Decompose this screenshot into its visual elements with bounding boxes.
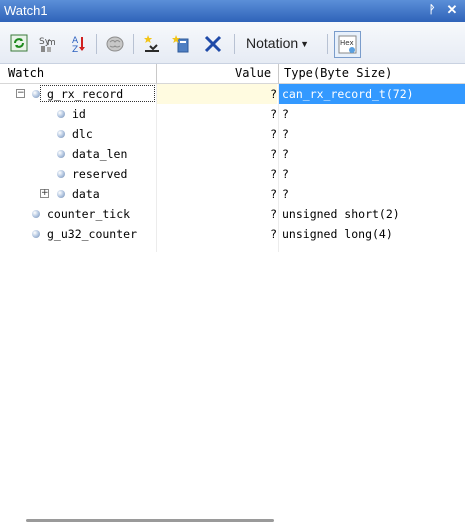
toolbar-separator [96,34,97,54]
column-header-type[interactable]: Type(Byte Size) [284,66,392,80]
svg-text:Z: Z [72,45,78,54]
variable-icon [57,190,65,198]
watch-value: ? [270,207,277,221]
watch-value: ? [270,127,277,141]
watch-name: id [72,107,86,121]
sort-icon[interactable]: A Z [68,34,88,55]
svg-text:m: m [47,38,56,48]
variable-icon [32,210,40,218]
watch-row-data[interactable]: + data ? ? [0,184,465,204]
watch-type: ? [282,167,289,181]
close-icon[interactable]: ✕ [444,2,460,18]
watch-row-g-u32-counter[interactable]: g_u32_counter ? unsigned long(4) [0,224,465,244]
watch-type: unsigned short(2) [282,207,400,221]
brain-icon[interactable] [105,34,125,54]
watch-value: ? [270,227,277,241]
watch-row-g-rx-record[interactable]: − g_rx_record ? can_rx_record_t(72) [0,84,465,104]
column-header-watch[interactable]: Watch [8,66,44,80]
watch-name: g_u32_counter [47,227,138,241]
collapse-icon[interactable]: − [16,89,25,98]
toolbar-separator [133,34,134,54]
watch-value: ? [270,167,277,181]
window-title: Watch1 [4,3,48,18]
watch-type: can_rx_record_t(72) [282,87,414,101]
symbol-icon[interactable]: Sy m [38,34,58,54]
pin-icon[interactable]: ᚹ [424,2,440,18]
notation-dropdown[interactable]: Notation ▼ [246,35,309,51]
hex-toggle-button[interactable]: Hex [334,31,361,58]
watch-row-reserved[interactable]: reserved ? ? [0,164,465,184]
notation-label: Notation [246,35,299,51]
variable-icon [57,130,65,138]
toolbar: Sy m A Z Notation ▼ Hex [0,22,465,64]
column-divider[interactable] [278,64,279,84]
variable-icon [32,90,40,98]
watch-value: ? [270,147,277,161]
watch-value: ? [270,87,277,101]
horizontal-scrollbar[interactable] [26,519,274,522]
toolbar-separator [234,34,235,54]
variable-icon [57,110,65,118]
watch-type: ? [282,147,289,161]
watch-type: unsigned long(4) [282,227,393,241]
refresh-icon[interactable] [10,34,30,54]
column-divider[interactable] [156,64,157,84]
delete-icon[interactable] [203,34,223,54]
chevron-down-icon: ▼ [300,39,310,50]
variable-icon [57,170,65,178]
toolbar-separator [327,34,328,54]
watch-name: data [72,187,100,201]
add-item-icon[interactable] [171,34,191,54]
variable-icon [32,230,40,238]
watch-name: counter_tick [47,207,131,221]
column-header-value[interactable]: Value [235,66,271,80]
watch-name: g_rx_record [47,87,124,101]
watch-type: ? [282,107,289,121]
watch-name: dlc [72,127,93,141]
watch-row-dlc[interactable]: dlc ? ? [0,124,465,144]
value-highlight [157,84,277,104]
watch-name: reserved [72,167,128,181]
watch-value: ? [270,107,277,121]
watch-row-id[interactable]: id ? ? [0,104,465,124]
watch-name: data_len [72,147,128,161]
watch-list-header: Watch Value Type(Byte Size) [0,64,465,84]
watch-value: ? [270,187,277,201]
hex-icon: Hex [338,35,357,54]
watch-type: ? [282,187,289,201]
add-watch-icon[interactable] [142,34,162,54]
watch-type: ? [282,127,289,141]
watch-row-counter-tick[interactable]: counter_tick ? unsigned short(2) [0,204,465,224]
svg-text:Hex: Hex [340,39,354,47]
variable-icon [57,150,65,158]
watch-row-data-len[interactable]: data_len ? ? [0,144,465,164]
watch-list: − g_rx_record ? can_rx_record_t(72) id ?… [0,84,465,244]
expand-icon[interactable]: + [40,189,49,198]
window-titlebar: Watch1 ᚹ ✕ [0,0,465,22]
